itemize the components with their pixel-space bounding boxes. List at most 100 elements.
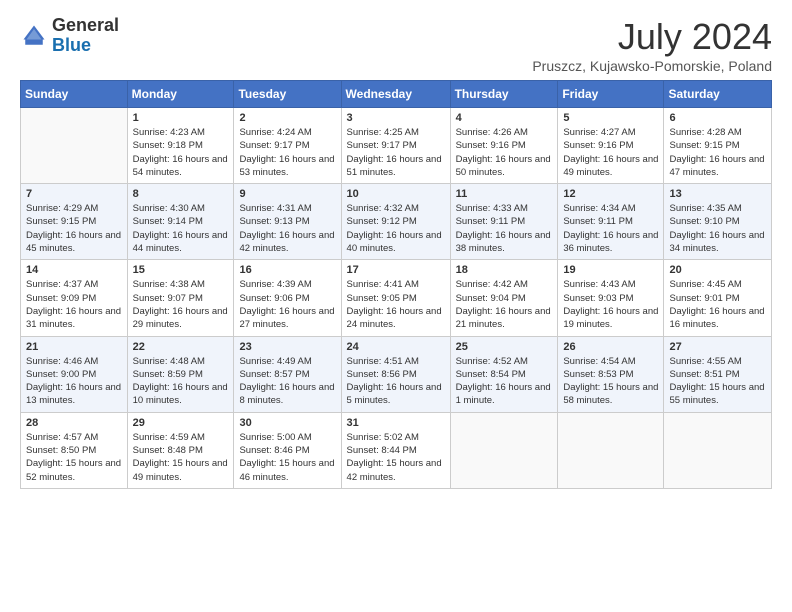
day-info: Sunrise: 4:35 AM Sunset: 9:10 PM Dayligh… — [669, 202, 766, 255]
day-number: 13 — [669, 188, 766, 200]
day-info: Sunrise: 4:59 AM Sunset: 8:48 PM Dayligh… — [133, 431, 229, 484]
day-cell: 20 Sunrise: 4:45 AM Sunset: 9:01 PM Dayli… — [664, 260, 772, 336]
day-number: 18 — [456, 264, 553, 276]
day-info: Sunrise: 4:43 AM Sunset: 9:03 PM Dayligh… — [563, 278, 658, 331]
day-cell: 31 Sunrise: 5:02 AM Sunset: 8:44 PM Dayli… — [341, 412, 450, 488]
day-info: Sunrise: 4:39 AM Sunset: 9:06 PM Dayligh… — [239, 278, 335, 331]
day-cell: 15 Sunrise: 4:38 AM Sunset: 9:07 PM Dayli… — [127, 260, 234, 336]
week-row-2: 7Sunrise: 4:29 AM Sunset: 9:15 PM Daylig… — [21, 184, 772, 260]
page: General Blue July 2024 Pruszcz, Kujawsko… — [0, 0, 792, 509]
day-cell — [664, 412, 772, 488]
day-info: Sunrise: 4:32 AM Sunset: 9:12 PM Dayligh… — [347, 202, 445, 255]
day-number: 3 — [347, 112, 445, 124]
header: General Blue July 2024 Pruszcz, Kujawsko… — [20, 16, 772, 74]
month-title: July 2024 — [532, 16, 772, 58]
day-info: Sunrise: 4:48 AM Sunset: 8:59 PM Dayligh… — [133, 355, 229, 408]
day-info: Sunrise: 4:24 AM Sunset: 9:17 PM Dayligh… — [239, 126, 335, 179]
col-header-friday: Friday — [558, 81, 664, 108]
day-number: 30 — [239, 417, 335, 429]
col-header-sunday: Sunday — [21, 81, 128, 108]
day-number: 22 — [133, 341, 229, 353]
day-cell: 29 Sunrise: 4:59 AM Sunset: 8:48 PM Dayli… — [127, 412, 234, 488]
day-info: Sunrise: 4:55 AM Sunset: 8:51 PM Dayligh… — [669, 355, 766, 408]
day-cell — [558, 412, 664, 488]
day-number: 14 — [26, 264, 122, 276]
day-info: Sunrise: 5:00 AM Sunset: 8:46 PM Dayligh… — [239, 431, 335, 484]
day-cell: 24Sunrise: 4:51 AM Sunset: 8:56 PM Dayli… — [341, 336, 450, 412]
day-info: Sunrise: 5:02 AM Sunset: 8:44 PM Dayligh… — [347, 431, 445, 484]
day-cell: 30 Sunrise: 5:00 AM Sunset: 8:46 PM Dayli… — [234, 412, 341, 488]
day-cell: 7Sunrise: 4:29 AM Sunset: 9:15 PM Daylig… — [21, 184, 128, 260]
day-number: 11 — [456, 188, 553, 200]
day-cell: 23Sunrise: 4:49 AM Sunset: 8:57 PM Dayli… — [234, 336, 341, 412]
day-number: 25 — [456, 341, 553, 353]
day-number: 19 — [563, 264, 658, 276]
day-cell: 28Sunrise: 4:57 AM Sunset: 8:50 PM Dayli… — [21, 412, 128, 488]
col-header-monday: Monday — [127, 81, 234, 108]
day-info: Sunrise: 4:26 AM Sunset: 9:16 PM Dayligh… — [456, 126, 553, 179]
day-info: Sunrise: 4:23 AM Sunset: 9:18 PM Dayligh… — [133, 126, 229, 179]
day-info: Sunrise: 4:57 AM Sunset: 8:50 PM Dayligh… — [26, 431, 122, 484]
day-number: 4 — [456, 112, 553, 124]
day-number: 12 — [563, 188, 658, 200]
day-cell: 9 Sunrise: 4:31 AM Sunset: 9:13 PM Daylig… — [234, 184, 341, 260]
day-cell: 16 Sunrise: 4:39 AM Sunset: 9:06 PM Dayli… — [234, 260, 341, 336]
day-cell: 8 Sunrise: 4:30 AM Sunset: 9:14 PM Daylig… — [127, 184, 234, 260]
week-row-3: 14 Sunrise: 4:37 AM Sunset: 9:09 PM Dayli… — [21, 260, 772, 336]
day-info: Sunrise: 4:33 AM Sunset: 9:11 PM Dayligh… — [456, 202, 553, 255]
day-info: Sunrise: 4:45 AM Sunset: 9:01 PM Dayligh… — [669, 278, 766, 331]
day-number: 24 — [347, 341, 445, 353]
logo-icon — [20, 22, 48, 50]
week-row-5: 28Sunrise: 4:57 AM Sunset: 8:50 PM Dayli… — [21, 412, 772, 488]
day-number: 20 — [669, 264, 766, 276]
location: Pruszcz, Kujawsko-Pomorskie, Poland — [532, 58, 772, 74]
logo: General Blue — [20, 16, 119, 56]
day-cell: 25 Sunrise: 4:52 AM Sunset: 8:54 PM Dayli… — [450, 336, 558, 412]
day-cell — [450, 412, 558, 488]
header-row: SundayMondayTuesdayWednesdayThursdayFrid… — [21, 81, 772, 108]
day-info: Sunrise: 4:42 AM Sunset: 9:04 PM Dayligh… — [456, 278, 553, 331]
logo-text: General Blue — [52, 16, 119, 56]
day-cell: 6Sunrise: 4:28 AM Sunset: 9:15 PM Daylig… — [664, 108, 772, 184]
day-cell: 19 Sunrise: 4:43 AM Sunset: 9:03 PM Dayli… — [558, 260, 664, 336]
day-info: Sunrise: 4:27 AM Sunset: 9:16 PM Dayligh… — [563, 126, 658, 179]
week-row-1: 1 Sunrise: 4:23 AM Sunset: 9:18 PM Daylig… — [21, 108, 772, 184]
day-info: Sunrise: 4:52 AM Sunset: 8:54 PM Dayligh… — [456, 355, 553, 408]
day-number: 17 — [347, 264, 445, 276]
day-cell: 10 Sunrise: 4:32 AM Sunset: 9:12 PM Dayli… — [341, 184, 450, 260]
day-info: Sunrise: 4:38 AM Sunset: 9:07 PM Dayligh… — [133, 278, 229, 331]
day-cell: 22 Sunrise: 4:48 AM Sunset: 8:59 PM Dayli… — [127, 336, 234, 412]
day-cell: 17 Sunrise: 4:41 AM Sunset: 9:05 PM Dayli… — [341, 260, 450, 336]
day-number: 29 — [133, 417, 229, 429]
day-cell: 4 Sunrise: 4:26 AM Sunset: 9:16 PM Daylig… — [450, 108, 558, 184]
day-number: 31 — [347, 417, 445, 429]
col-header-tuesday: Tuesday — [234, 81, 341, 108]
day-number: 1 — [133, 112, 229, 124]
col-header-thursday: Thursday — [450, 81, 558, 108]
day-number: 10 — [347, 188, 445, 200]
day-cell: 27 Sunrise: 4:55 AM Sunset: 8:51 PM Dayli… — [664, 336, 772, 412]
day-info: Sunrise: 4:37 AM Sunset: 9:09 PM Dayligh… — [26, 278, 122, 331]
day-info: Sunrise: 4:30 AM Sunset: 9:14 PM Dayligh… — [133, 202, 229, 255]
day-number: 2 — [239, 112, 335, 124]
day-cell: 26Sunrise: 4:54 AM Sunset: 8:53 PM Dayli… — [558, 336, 664, 412]
day-cell: 11 Sunrise: 4:33 AM Sunset: 9:11 PM Dayli… — [450, 184, 558, 260]
day-number: 27 — [669, 341, 766, 353]
day-cell: 14 Sunrise: 4:37 AM Sunset: 9:09 PM Dayli… — [21, 260, 128, 336]
day-cell: 13 Sunrise: 4:35 AM Sunset: 9:10 PM Dayli… — [664, 184, 772, 260]
day-info: Sunrise: 4:54 AM Sunset: 8:53 PM Dayligh… — [563, 355, 658, 408]
day-number: 8 — [133, 188, 229, 200]
day-cell: 2 Sunrise: 4:24 AM Sunset: 9:17 PM Daylig… — [234, 108, 341, 184]
day-cell — [21, 108, 128, 184]
day-number: 15 — [133, 264, 229, 276]
day-info: Sunrise: 4:41 AM Sunset: 9:05 PM Dayligh… — [347, 278, 445, 331]
day-cell: 21Sunrise: 4:46 AM Sunset: 9:00 PM Dayli… — [21, 336, 128, 412]
day-number: 9 — [239, 188, 335, 200]
day-info: Sunrise: 4:28 AM Sunset: 9:15 PM Dayligh… — [669, 126, 766, 179]
day-number: 16 — [239, 264, 335, 276]
day-info: Sunrise: 4:46 AM Sunset: 9:00 PM Dayligh… — [26, 355, 122, 408]
day-info: Sunrise: 4:31 AM Sunset: 9:13 PM Dayligh… — [239, 202, 335, 255]
day-cell: 3Sunrise: 4:25 AM Sunset: 9:17 PM Daylig… — [341, 108, 450, 184]
day-cell: 1 Sunrise: 4:23 AM Sunset: 9:18 PM Daylig… — [127, 108, 234, 184]
day-number: 7 — [26, 188, 122, 200]
